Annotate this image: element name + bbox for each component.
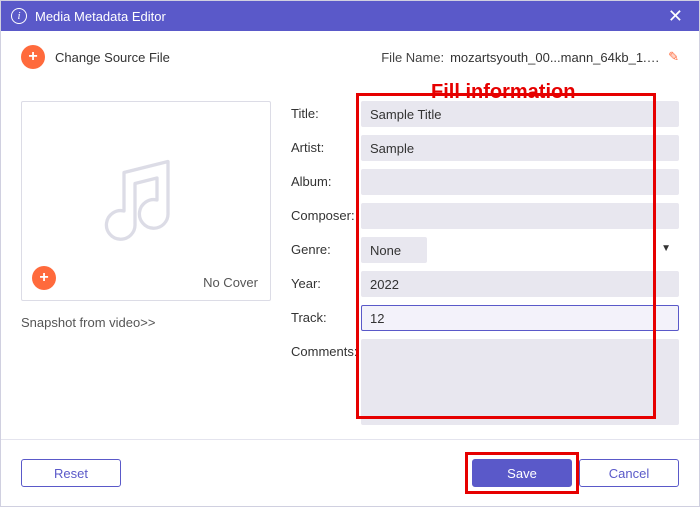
label-track: Track: xyxy=(291,305,361,325)
file-name-value: mozartsyouth_00...mann_64kb_1.wav xyxy=(450,50,660,65)
track-field[interactable] xyxy=(361,305,679,331)
comments-field[interactable] xyxy=(361,339,679,425)
close-icon[interactable]: ✕ xyxy=(662,6,689,27)
change-source-button[interactable]: Change Source File xyxy=(55,50,170,65)
titlebar: i Media Metadata Editor ✕ xyxy=(1,1,699,31)
snapshot-from-video-link[interactable]: Snapshot from video>> xyxy=(21,315,271,330)
cover-column: + No Cover Snapshot from video>> xyxy=(21,101,271,433)
genre-select[interactable]: None xyxy=(361,237,427,263)
file-name-label: File Name: xyxy=(381,50,444,65)
edit-filename-icon[interactable]: ✎ xyxy=(668,49,679,65)
reset-button[interactable]: Reset xyxy=(21,459,121,487)
form-column: Title: Artist: Album: Composer: Genre: xyxy=(291,101,679,433)
year-field[interactable] xyxy=(361,271,679,297)
label-artist: Artist: xyxy=(291,135,361,155)
add-cover-icon[interactable]: + xyxy=(32,266,56,290)
footer: Reset Save Cancel xyxy=(1,439,699,506)
annotation-save-highlight: Save xyxy=(465,452,579,494)
change-source-plus-icon[interactable]: + xyxy=(21,45,45,69)
body-row: + No Cover Snapshot from video>> Title: … xyxy=(21,101,679,433)
info-icon: i xyxy=(11,8,27,24)
label-album: Album: xyxy=(291,169,361,189)
artist-field[interactable] xyxy=(361,135,679,161)
window: i Media Metadata Editor ✕ + Change Sourc… xyxy=(0,0,700,507)
window-title: Media Metadata Editor xyxy=(35,9,166,24)
composer-field[interactable] xyxy=(361,203,679,229)
label-title: Title: xyxy=(291,101,361,121)
album-field[interactable] xyxy=(361,169,679,195)
label-comments: Comments: xyxy=(291,339,361,359)
no-cover-label: No Cover xyxy=(203,275,258,290)
label-composer: Composer: xyxy=(291,203,361,223)
save-button[interactable]: Save xyxy=(472,459,572,487)
music-note-icon xyxy=(91,145,201,258)
title-field[interactable] xyxy=(361,101,679,127)
content: + Change Source File File Name: mozartsy… xyxy=(1,31,699,439)
label-genre: Genre: xyxy=(291,237,361,257)
cover-box: + No Cover xyxy=(21,101,271,301)
label-year: Year: xyxy=(291,271,361,291)
top-row: + Change Source File File Name: mozartsy… xyxy=(21,45,679,69)
cancel-button[interactable]: Cancel xyxy=(579,459,679,487)
